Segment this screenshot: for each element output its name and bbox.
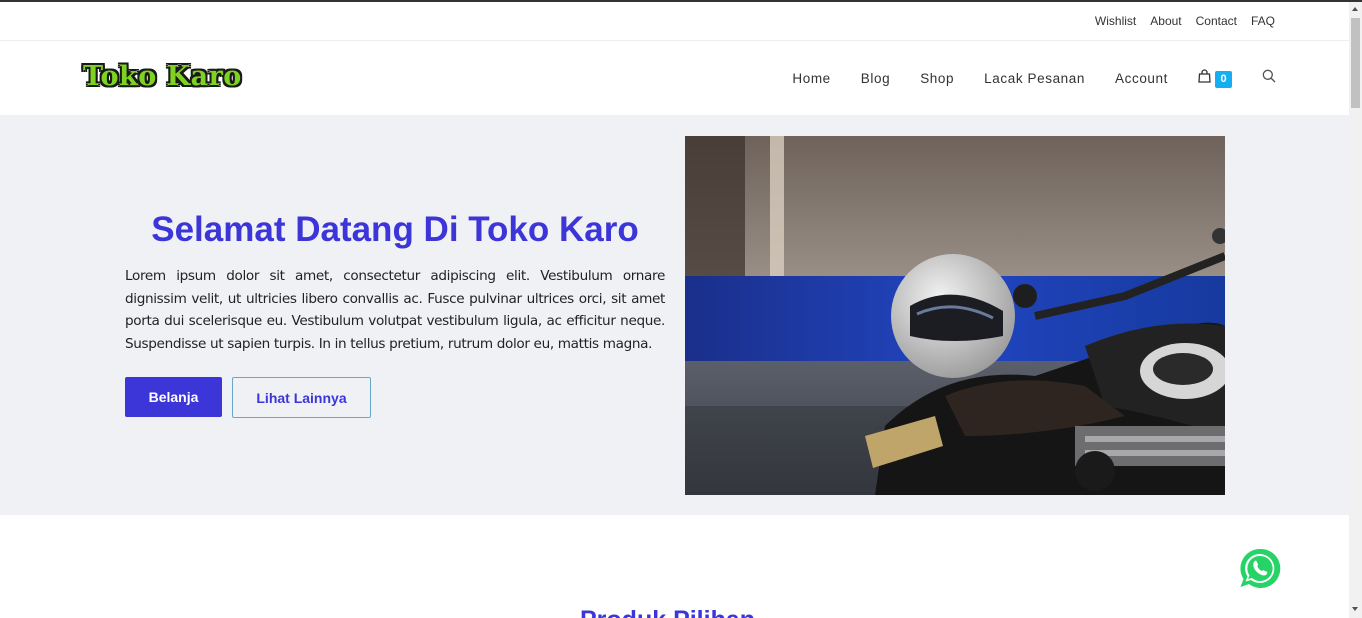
search-button[interactable] xyxy=(1262,69,1276,88)
hero-description: Lorem ipsum dolor sit amet, consectetur … xyxy=(125,268,665,352)
site-header: Toko Karo Home Blog Shop Lacak Pesanan A… xyxy=(0,41,1349,115)
topbar-link-contact[interactable]: Contact xyxy=(1196,14,1237,28)
cart-button[interactable]: 0 xyxy=(1198,68,1232,88)
nav-account[interactable]: Account xyxy=(1115,71,1168,86)
hero-title: Selamat Datang Di Toko Karo xyxy=(151,210,639,249)
section-title: Produk Pilihan xyxy=(580,606,755,618)
shopping-bag-icon xyxy=(1198,68,1211,88)
top-bar-links: Wishlist About Contact FAQ xyxy=(1081,2,1275,40)
whatsapp-icon xyxy=(1237,546,1282,595)
nav-shop[interactable]: Shop xyxy=(920,71,954,86)
hero-section: Selamat Datang Di Toko Karo Lorem ipsum … xyxy=(0,115,1349,515)
topbar-link-about[interactable]: About xyxy=(1150,14,1181,28)
main-nav: Home Blog Shop Lacak Pesanan Account 0 xyxy=(762,41,1276,115)
site-logo[interactable]: Toko Karo xyxy=(83,61,242,92)
cart-count-badge: 0 xyxy=(1215,70,1232,88)
top-bar: Wishlist About Contact FAQ xyxy=(0,2,1349,41)
scrollbar-thumb[interactable] xyxy=(1351,18,1360,108)
see-more-button[interactable]: Lihat Lainnya xyxy=(232,377,371,418)
topbar-link-faq[interactable]: FAQ xyxy=(1251,14,1275,28)
shop-button[interactable]: Belanja xyxy=(125,377,222,417)
nav-home[interactable]: Home xyxy=(792,71,830,86)
nav-blog[interactable]: Blog xyxy=(861,71,890,86)
page-scrollbar[interactable] xyxy=(1349,2,1362,618)
search-icon xyxy=(1262,69,1276,88)
scroll-down-arrow-icon[interactable] xyxy=(1352,607,1358,611)
topbar-link-wishlist[interactable]: Wishlist xyxy=(1095,14,1136,28)
nav-lacak-pesanan[interactable]: Lacak Pesanan xyxy=(984,71,1085,86)
hero-motorcycle-image xyxy=(685,136,1225,495)
whatsapp-button[interactable] xyxy=(1237,546,1282,591)
scroll-up-arrow-icon[interactable] xyxy=(1352,7,1358,11)
